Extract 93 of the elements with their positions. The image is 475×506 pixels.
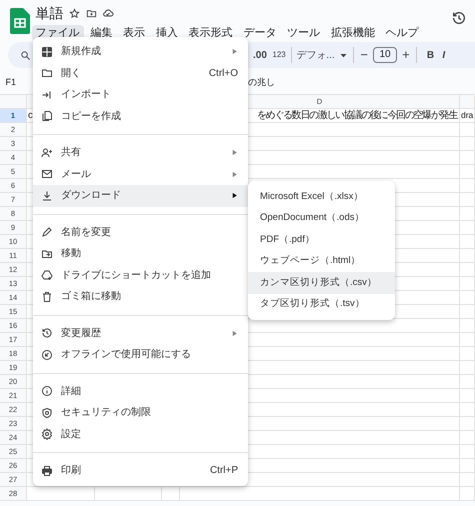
folder-icon[interactable] [86, 8, 96, 18]
menu-item[interactable]: ゴミ箱に移動 [33, 286, 248, 308]
cell-reference[interactable]: F1 [6, 76, 16, 89]
drive-shortcut-icon [41, 269, 53, 282]
menu-item[interactable]: メール [33, 164, 248, 185]
spreadsheet-logo-icon[interactable] [10, 8, 30, 34]
menu-item[interactable]: 変更履歴 [33, 322, 248, 344]
table-cell [460, 234, 475, 249]
table-cell [460, 486, 475, 501]
shield-icon [41, 406, 53, 419]
menu-bar-item[interactable]: 表示形式 [184, 24, 236, 41]
pencil-icon [41, 226, 53, 238]
folder-icon [41, 248, 53, 260]
shortcut-label: Ctrl+P [210, 464, 238, 478]
menu-item[interactable]: 詳細 [33, 380, 248, 402]
menu-item[interactable]: 名前を変更 [33, 222, 248, 243]
menu-item[interactable]: 共有 [33, 142, 248, 164]
add-person-icon [41, 146, 53, 159]
table-cell [460, 290, 475, 305]
menu-item[interactable]: 設定 [33, 424, 248, 445]
table-cell [460, 206, 475, 221]
menu-item[interactable]: ウェブページ（.html） [248, 250, 395, 272]
formula-content[interactable]: の兆し [248, 76, 276, 89]
table-cell [460, 164, 475, 179]
table-cell [460, 472, 475, 487]
menu-bar-item[interactable]: データ [239, 24, 280, 41]
download-icon [41, 190, 53, 202]
menu-item[interactable]: 移動 [33, 243, 248, 264]
document-title[interactable]: 単語 [36, 4, 64, 22]
menu-item[interactable]: セキュリティの制限 [33, 402, 248, 424]
menu-item[interactable]: 新規作成 [33, 41, 248, 62]
font-size-field[interactable]: 10 [373, 47, 397, 63]
table-cell [460, 192, 475, 207]
number-format-button[interactable]: 123 [272, 49, 286, 61]
import-icon [41, 88, 53, 101]
menu-item[interactable]: Microsoft Excel（.xlsx） [248, 186, 395, 208]
increase-decimal-button[interactable]: .00 [253, 48, 267, 62]
caret-icon [340, 52, 348, 58]
new-document-icon [41, 46, 53, 58]
menu-item[interactable]: 印刷 Ctrl+P [33, 460, 248, 482]
menu-item[interactable]: オフラインで使用可能にする [33, 344, 248, 366]
table-cell [460, 276, 475, 291]
table-cell [460, 304, 475, 319]
table-cell [460, 416, 475, 431]
menu-bar-item[interactable]: 拡張機能 [326, 24, 379, 41]
menu-item[interactable]: ダウンロード [33, 185, 248, 206]
star-icon[interactable] [69, 8, 80, 18]
bold-button[interactable]: B [426, 48, 434, 62]
table-cell [460, 332, 475, 347]
shortcut-label: Ctrl+O [208, 66, 238, 81]
table-cell [460, 346, 475, 361]
printer-icon [41, 464, 53, 477]
table-cell [460, 178, 475, 193]
settings-icon [41, 428, 53, 440]
table-cell [460, 458, 475, 473]
history-icon[interactable] [451, 10, 467, 26]
search-icon[interactable] [20, 50, 31, 60]
table-cell [460, 122, 475, 137]
offline-icon [41, 348, 53, 361]
decrease-font-size-button[interactable]: − [360, 45, 368, 65]
trash-icon [41, 290, 53, 303]
history-icon [41, 327, 53, 340]
table-cell [460, 374, 475, 389]
menu-item[interactable]: タブ区切り形式（.tsv） [248, 294, 395, 315]
menu-bar-item[interactable]: 表示 [119, 24, 149, 41]
table-cell [460, 444, 475, 459]
table-cell [460, 430, 475, 445]
table-cell [460, 360, 475, 375]
copy-icon [41, 110, 53, 122]
font-dropdown[interactable]: デフォ... [296, 48, 348, 62]
italic-button[interactable]: I [442, 48, 446, 62]
menu-bar-item[interactable]: 挿入 [152, 24, 182, 41]
menu-item[interactable]: PDF（.pdf） [248, 229, 395, 250]
menu-item[interactable]: 開く Ctrl+O [33, 62, 248, 84]
table-cell [460, 402, 475, 417]
menu-bar-item[interactable]: ヘルプ [382, 24, 422, 41]
folder-icon [41, 67, 53, 80]
menu-item[interactable]: カンマ区切り形式（.csv） [248, 272, 395, 294]
menu-item[interactable]: ドライブにショートカットを追加 [33, 264, 248, 286]
info-icon [41, 385, 53, 398]
table-cell [460, 262, 475, 277]
menu-bar-item[interactable]: ツール [283, 24, 324, 41]
table-cell [460, 220, 475, 235]
table-cell [460, 318, 475, 333]
table-cell [460, 248, 475, 263]
menu-item[interactable]: OpenDocument（.ods） [248, 208, 395, 229]
table-cell [460, 388, 475, 403]
cloud-icon[interactable] [102, 7, 114, 19]
table-cell [460, 150, 475, 165]
table-cell [460, 136, 475, 151]
mail-icon [41, 168, 53, 180]
increase-font-size-button[interactable]: + [402, 45, 410, 65]
table-cell: dra [460, 108, 475, 123]
